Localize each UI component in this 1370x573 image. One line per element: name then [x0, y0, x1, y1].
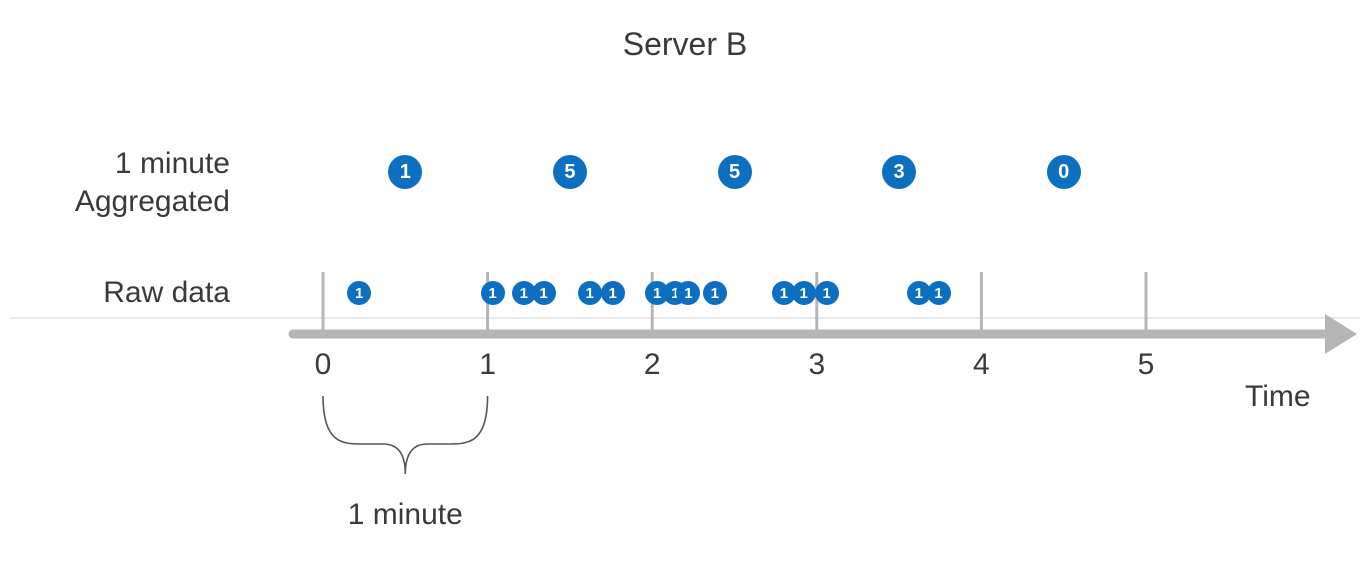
tick-label-3: 3 [808, 348, 825, 382]
aggregated-dot-1: 5 [553, 155, 587, 189]
axis-label-time: Time [1245, 380, 1311, 414]
tick-label-0: 0 [315, 348, 332, 382]
row-label-aggregated-line2: Aggregated [75, 185, 230, 218]
aggregated-dot-4: 0 [1047, 155, 1081, 189]
raw-dot-12: 1 [815, 281, 839, 305]
raw-dot-14: 1 [927, 281, 951, 305]
tick-label-4: 4 [973, 348, 990, 382]
tick-label-2: 2 [644, 348, 661, 382]
raw-dot-9: 1 [703, 281, 727, 305]
row-label-raw: Raw data [103, 276, 230, 310]
row-label-aggregated-line1: 1 minute [115, 147, 230, 180]
raw-dot-3: 1 [532, 281, 556, 305]
raw-dot-11: 1 [792, 281, 816, 305]
raw-dot-1: 1 [481, 281, 505, 305]
aggregated-dot-0: 1 [388, 155, 422, 189]
raw-dot-4: 1 [578, 281, 602, 305]
raw-dot-5: 1 [601, 281, 625, 305]
tick-label-5: 5 [1138, 348, 1155, 382]
interval-label: 1 minute [348, 498, 463, 532]
tick-label-1: 1 [479, 348, 496, 382]
raw-dot-0: 1 [347, 281, 371, 305]
aggregated-dot-2: 5 [718, 155, 752, 189]
aggregated-dot-3: 3 [882, 155, 916, 189]
row-label-aggregated: 1 minute Aggregated [75, 145, 230, 220]
diagram-title: Server B [0, 26, 1370, 63]
raw-dot-8: 1 [676, 281, 700, 305]
